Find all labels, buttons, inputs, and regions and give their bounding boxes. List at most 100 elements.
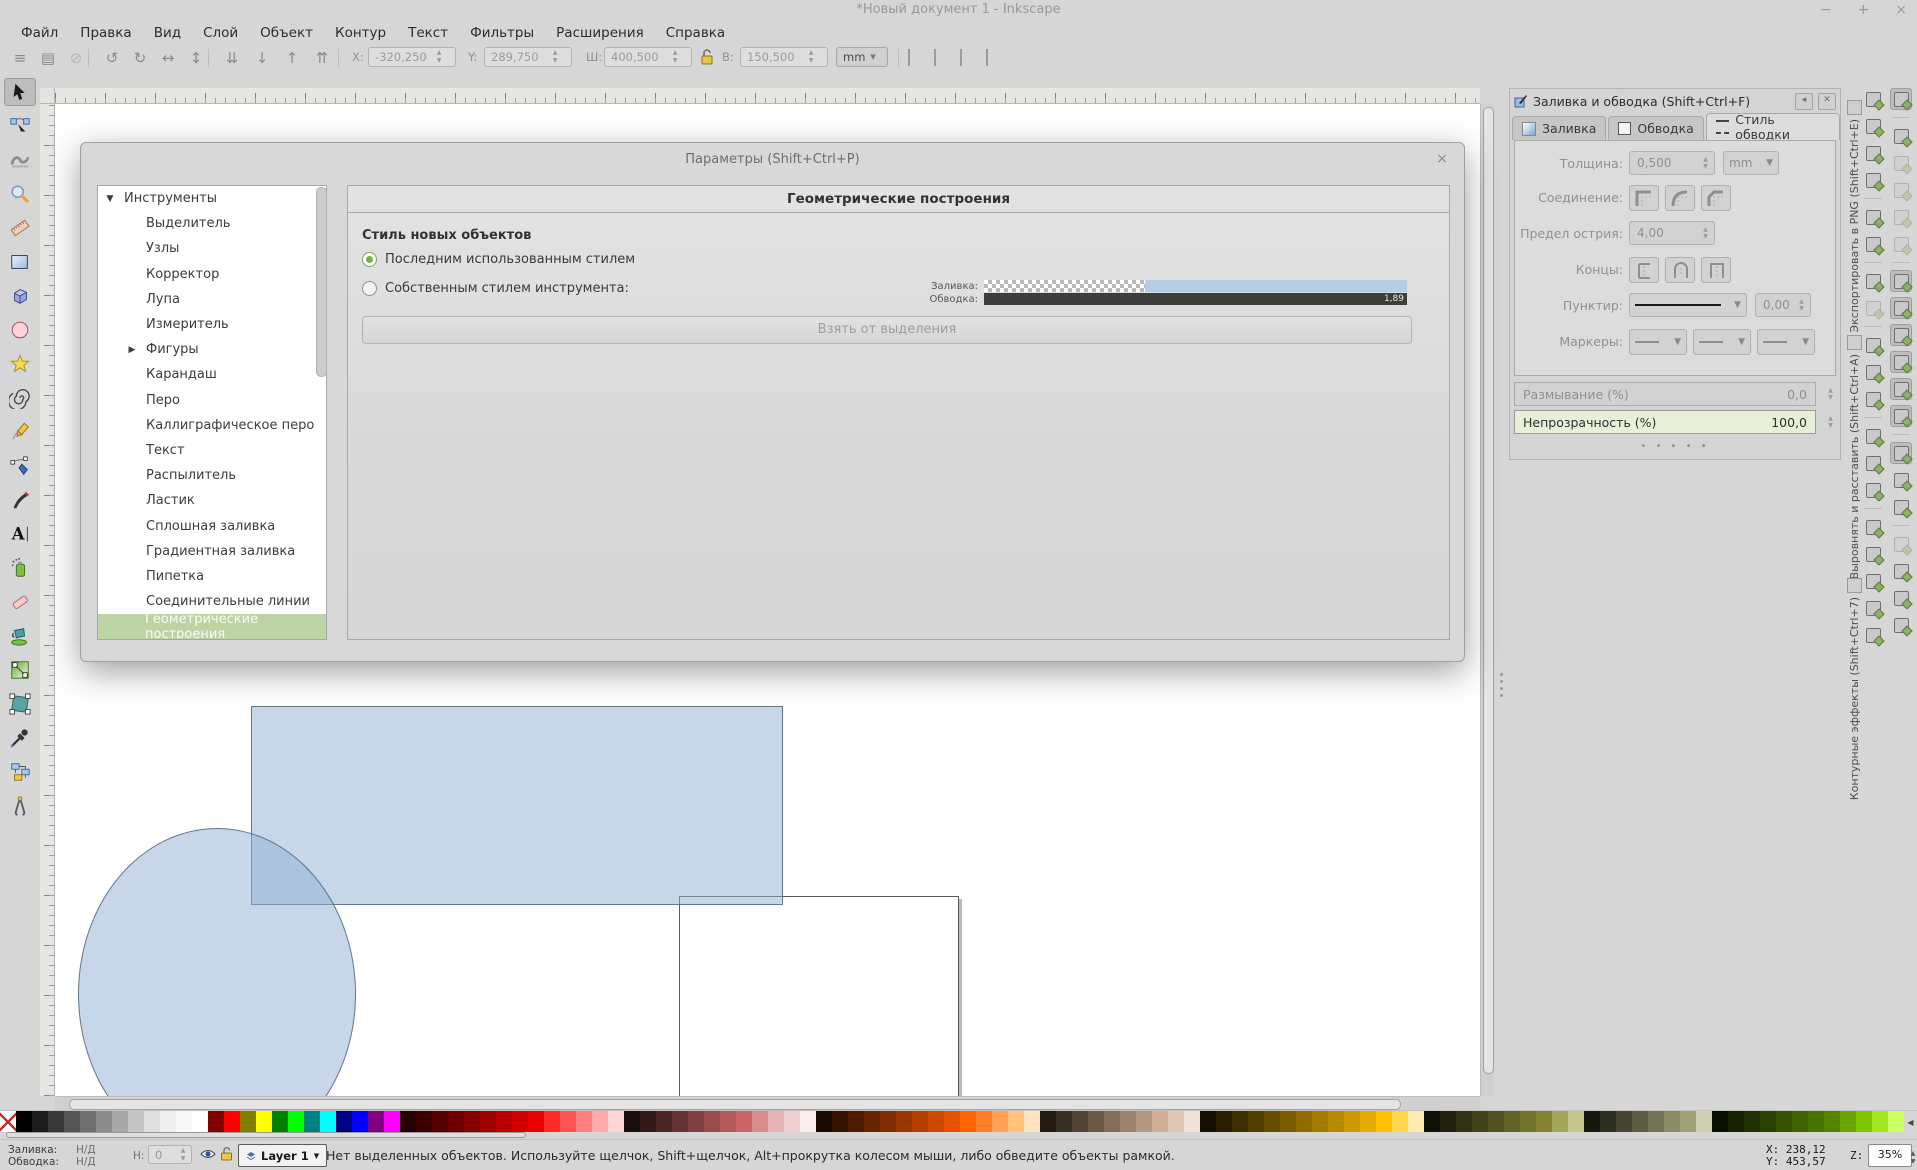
tab-fill[interactable]: Заливка (1512, 116, 1607, 140)
palette-swatch[interactable] (1248, 1111, 1264, 1133)
palette-swatch[interactable] (672, 1111, 688, 1133)
palette-swatch[interactable] (528, 1111, 544, 1133)
export-icon[interactable] (1862, 233, 1884, 255)
side-tab-align-distribute[interactable]: Выровнять и расставить (Shift+Ctrl+A) (1845, 335, 1863, 579)
palette-swatch[interactable] (432, 1111, 448, 1133)
palette-swatch[interactable] (1632, 1111, 1648, 1133)
menu-3[interactable]: Вид (143, 23, 192, 43)
palette-swatch[interactable] (416, 1111, 432, 1133)
tree-item-выделитель[interactable]: Выделитель (98, 211, 326, 236)
palette-swatch[interactable] (80, 1111, 96, 1133)
palette-swatch[interactable] (928, 1111, 944, 1133)
snap-cusp-nodes-icon[interactable] (1890, 351, 1912, 373)
text-tool[interactable]: A (4, 520, 36, 548)
palette-swatch[interactable] (1712, 1111, 1728, 1133)
palette-swatch[interactable] (1728, 1111, 1744, 1133)
menu-5[interactable]: Объект (249, 23, 324, 43)
palette-swatch[interactable] (448, 1111, 464, 1133)
paint-bucket-tool[interactable] (4, 622, 36, 650)
palette-swatch[interactable] (1392, 1111, 1408, 1133)
menu-7[interactable]: Текст (397, 23, 459, 43)
palette-swatch[interactable] (304, 1111, 320, 1133)
side-tab-export-png[interactable]: Экспортировать в PNG (Shift+Ctrl+E) (1845, 100, 1863, 333)
palette-swatch[interactable] (848, 1111, 864, 1133)
palette-swatch[interactable] (16, 1111, 32, 1133)
panel-collapse-icon[interactable]: ◂ (1795, 92, 1813, 110)
palette-swatch[interactable] (1344, 1111, 1360, 1133)
affect-stroke-toggle[interactable] (908, 49, 910, 66)
palette-swatch[interactable] (656, 1111, 672, 1133)
snap-path-icon[interactable] (1890, 297, 1912, 319)
palette-swatch[interactable] (224, 1111, 240, 1133)
tree-item-распылитель[interactable]: Распылитель (98, 463, 326, 488)
palette-scrollbar[interactable] (0, 1132, 1917, 1139)
new-document-icon[interactable] (1862, 88, 1884, 110)
palette-swatch[interactable] (1280, 1111, 1296, 1133)
palette-swatch[interactable] (1104, 1111, 1120, 1133)
snap-guides-icon[interactable] (1890, 614, 1912, 636)
snap-bbox-centers-icon[interactable] (1890, 233, 1912, 255)
stroke-width-unit-dropdown[interactable]: mm ▼ (1723, 151, 1779, 175)
snap-master-icon[interactable] (1890, 88, 1912, 110)
palette-scroll-arrow-icon[interactable]: ◀ (1904, 1111, 1917, 1133)
palette-swatch[interactable] (896, 1111, 912, 1133)
palette-swatch[interactable] (624, 1111, 640, 1133)
palette-swatch[interactable] (48, 1111, 64, 1133)
round-cap-button[interactable] (1665, 257, 1695, 283)
dock-splitter[interactable] (1494, 88, 1509, 1110)
palette-swatch[interactable] (1408, 1111, 1424, 1133)
x-spinner[interactable]: ▲ ▼ (434, 49, 444, 65)
snap-path-intersections-icon[interactable] (1890, 324, 1912, 346)
palette-swatch[interactable] (976, 1111, 992, 1133)
tree-item-карандаш[interactable]: Карандаш (98, 362, 326, 387)
palette-swatch[interactable] (576, 1111, 592, 1133)
status-stroke-value[interactable]: Н/Д (76, 1156, 96, 1168)
palette-swatch[interactable] (1808, 1111, 1824, 1133)
blue-rectangle-shape[interactable] (251, 706, 783, 905)
palette-swatch[interactable] (32, 1111, 48, 1133)
miter-join-button[interactable] (1629, 185, 1659, 211)
eraser-tool[interactable] (4, 588, 36, 616)
tree-item-ластик[interactable]: Ластик (98, 488, 326, 513)
y-spinner[interactable]: ▲ ▼ (550, 49, 560, 65)
palette-swatch[interactable] (352, 1111, 368, 1133)
palette-swatch[interactable] (496, 1111, 512, 1133)
geometric-constructions-tool[interactable] (4, 792, 36, 820)
start-marker-dropdown[interactable]: ▼ (1629, 329, 1687, 355)
palette-swatch[interactable] (864, 1111, 880, 1133)
side-tab-path-effects[interactable]: Контурные эффекты (Shift+Ctrl+7) (1845, 578, 1863, 800)
snap-text-baselines-icon[interactable] (1890, 533, 1912, 555)
canvas-horizontal-scrollbar[interactable] (55, 1096, 1480, 1110)
miter-limit-spinner[interactable]: ▲ ▼ (1699, 221, 1712, 245)
palette-swatch[interactable] (1360, 1111, 1376, 1133)
palette-swatch[interactable] (176, 1111, 192, 1133)
palette-swatch[interactable] (336, 1111, 352, 1133)
palette-swatch[interactable] (560, 1111, 576, 1133)
palette-swatch[interactable] (1472, 1111, 1488, 1133)
palette-swatch[interactable] (1520, 1111, 1536, 1133)
pencil-tool[interactable] (4, 418, 36, 446)
layer-visibility-icon[interactable] (200, 1147, 216, 1164)
xml-editor-icon[interactable] (1862, 597, 1884, 619)
palette-swatch[interactable] (480, 1111, 496, 1133)
zoom-to-drawing-icon[interactable] (1862, 452, 1884, 474)
palette-swatch[interactable] (1328, 1111, 1344, 1133)
calligraphy-tool[interactable] (4, 486, 36, 514)
fill-stroke-dialog-icon[interactable] (1862, 543, 1884, 565)
palette-swatch[interactable] (64, 1111, 80, 1133)
palette-swatch[interactable] (112, 1111, 128, 1133)
spiral-tool[interactable] (4, 384, 36, 412)
status-fill-value[interactable]: Н/Д (76, 1144, 96, 1156)
palette-swatch-none[interactable] (0, 1111, 16, 1133)
snap-grids-icon[interactable] (1890, 587, 1912, 609)
print-icon[interactable] (1862, 169, 1884, 191)
palette-swatch[interactable] (1200, 1111, 1216, 1133)
palette-swatch[interactable] (720, 1111, 736, 1133)
palette-swatch[interactable] (1888, 1111, 1904, 1133)
tree-expander-icon[interactable]: ▼ (104, 194, 116, 204)
box-3d-tool[interactable] (4, 282, 36, 310)
tree-item-соединительные-линии[interactable]: Соединительные линии (98, 589, 326, 614)
panel-close-icon[interactable]: ✕ (1818, 92, 1836, 110)
menu-1[interactable]: Файл (10, 23, 69, 43)
palette-swatch[interactable] (1760, 1111, 1776, 1133)
